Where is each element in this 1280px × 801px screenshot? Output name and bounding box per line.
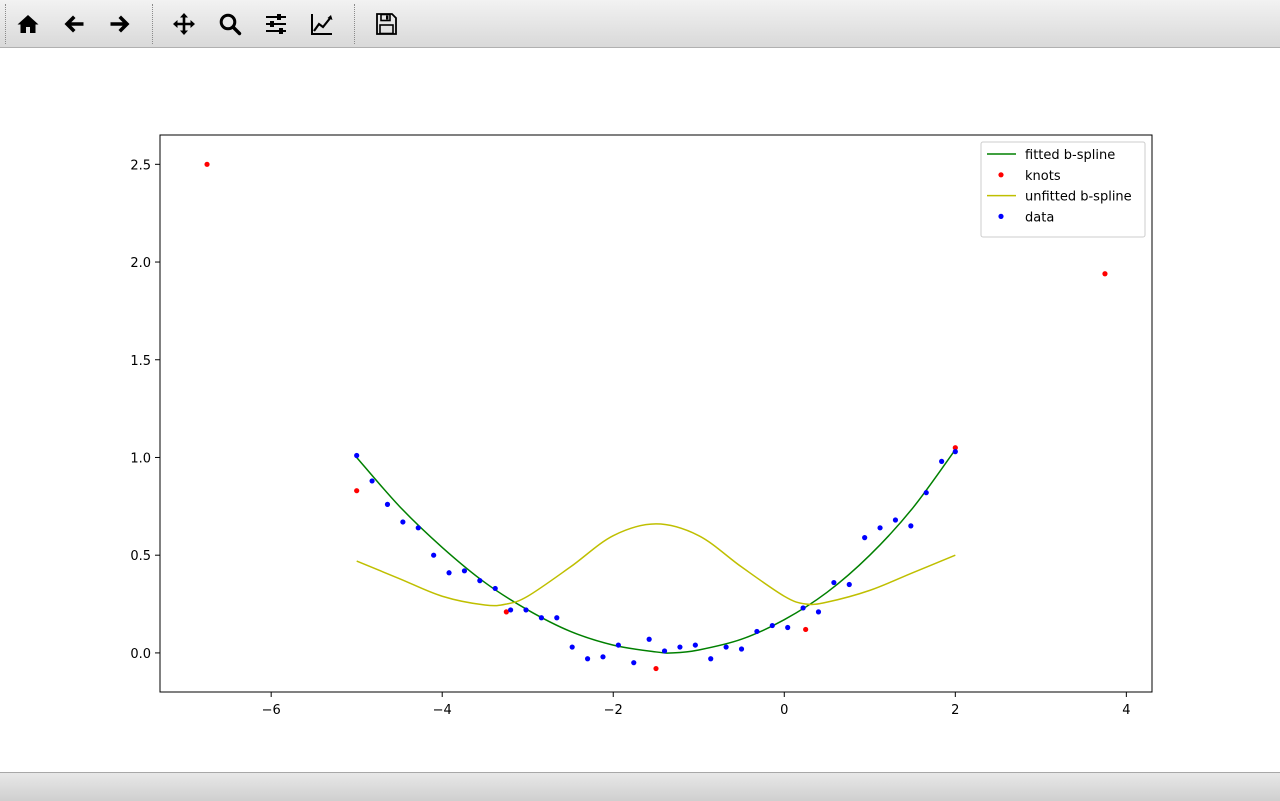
knots-point [354,488,360,494]
forward-arrow-icon [110,15,130,33]
data-point [785,624,791,631]
data-point [646,636,652,642]
data-point [692,642,698,648]
data-point [538,615,545,621]
data-point [661,648,668,654]
y-tick-label: 2.0 [130,256,151,271]
data-point [723,644,729,650]
data-point [846,581,852,588]
x-tick-label: 4 [1122,703,1130,718]
back-arrow-icon [64,15,84,33]
edit-axis-button[interactable] [304,6,340,42]
data-point [892,517,899,523]
legend-marker-swatch [998,172,1004,178]
data-point [952,449,958,455]
data-point [631,660,637,666]
data-point [384,501,391,507]
legend-label: unfitted b-spline [1025,190,1132,205]
data-point [446,570,452,576]
y-tick-label: 0.0 [130,647,151,662]
navigation-toolbar [0,0,1280,48]
data-point [708,656,714,662]
data-point [477,578,483,584]
data-point [400,519,406,525]
data-point [523,607,529,613]
configure-subplots-icon [266,14,286,34]
legend-label: data [1025,210,1054,225]
data-point [600,654,606,660]
y-tick-label: 1.5 [130,354,151,369]
save-floppy-icon [376,13,397,35]
data-point [492,585,498,592]
data-point [615,642,621,648]
data-point [939,458,945,464]
data-point [508,607,514,613]
zoom-magnifier-icon [219,13,242,36]
data-point [415,525,421,531]
data-point [831,579,837,586]
forward-button[interactable] [102,6,138,42]
x-tick-label: 2 [951,703,959,718]
data-point [569,644,575,650]
toolbar-separator [354,4,355,44]
data-point [877,525,883,531]
save-button[interactable] [368,6,404,42]
data-point [369,478,375,484]
figure-canvas[interactable]: −6 −4 −2 0 2 4 0.0 0.5 1.0 1.5 2.0 2.5 fitted b-spl… [0,48,1280,772]
knots-point [1102,271,1108,277]
x-tick-label: −6 [262,703,281,718]
zoom-button[interactable] [212,6,248,42]
y-tick-label: 2.5 [130,158,151,173]
data-point [862,535,868,541]
y-tick-label: 0.5 [130,549,151,564]
edit-axis-curve-icon [311,14,333,35]
legend-label: knots [1025,169,1061,184]
toolbar-separator [152,4,153,44]
configure-subplots-button[interactable] [258,6,294,42]
data-point [354,452,360,459]
x-tick-label: −2 [604,703,623,718]
home-icon [17,15,39,33]
data-point [554,615,560,621]
data-point [815,609,822,615]
data-point [769,622,775,629]
data-point [754,628,760,635]
y-tick-label: 1.0 [130,451,151,466]
data-point [431,552,437,558]
data-point [461,568,468,574]
status-bar [0,772,1280,801]
toolbar-grip[interactable] [5,4,6,44]
home-button[interactable] [10,6,46,42]
pan-button[interactable] [166,6,202,42]
legend-marker-swatch [998,213,1004,219]
x-tick-label: 0 [780,703,788,718]
pan-move-icon [173,13,195,35]
data-point [923,490,929,496]
x-tick-label: −4 [433,703,452,718]
data-point [738,646,745,652]
knots-point [204,161,210,167]
data-point [677,644,683,650]
data-point [800,605,806,611]
legend-label: fitted b-spline [1025,148,1115,163]
knots-point [803,626,809,633]
back-button[interactable] [56,6,92,42]
data-point [908,523,914,529]
data-point [584,656,591,662]
knots-point [653,665,659,672]
